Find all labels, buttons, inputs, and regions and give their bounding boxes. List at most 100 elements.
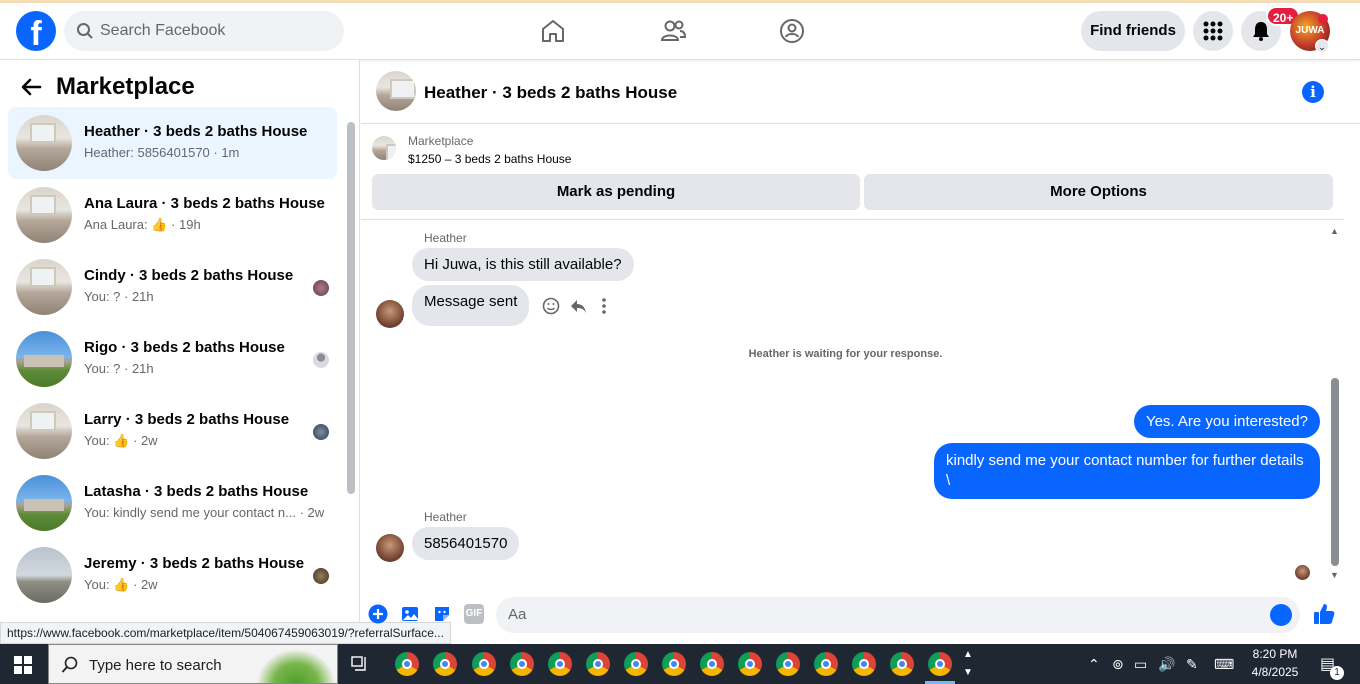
chrome-app-icon[interactable] — [928, 652, 952, 676]
preview-text: Ana Laura: — [84, 217, 148, 232]
listing-thumbnail — [16, 115, 72, 171]
message-line: \ — [946, 472, 951, 489]
facebook-logo-icon[interactable]: f — [16, 11, 56, 51]
preview-time: · 19h — [171, 217, 201, 232]
conversation-preview: You: 👍 · 2w — [84, 433, 158, 449]
windows-start-icon[interactable] — [14, 656, 32, 674]
conversation-item[interactable]: Latasha · 3 beds 2 baths House You: kind… — [8, 467, 337, 539]
chrome-app-icon[interactable] — [738, 652, 762, 676]
network-icon[interactable]: ▭ — [1134, 656, 1147, 673]
chevron-down-icon[interactable]: ⌄ — [1315, 39, 1329, 53]
taskbar-scroll-arrows-icon[interactable]: ▲ ▼ — [963, 646, 973, 682]
outgoing-message[interactable]: Yes. Are you interested? — [1133, 405, 1320, 438]
chrome-app-icon[interactable] — [890, 652, 914, 676]
conversation-item[interactable]: Ana Laura · 3 beds 2 baths House Ana Lau… — [8, 179, 337, 251]
listing-thumbnail — [16, 475, 72, 531]
seen-avatar — [313, 280, 329, 296]
search-icon — [77, 23, 93, 39]
like-icon: 👍 — [113, 577, 130, 592]
conversation-name: Cindy · 3 beds 2 baths House — [84, 267, 294, 284]
conversation-item[interactable]: Rigo · 3 beds 2 baths House You: ? · 21h — [8, 323, 337, 395]
chrome-app-icon[interactable] — [852, 652, 876, 676]
thumbs-up-icon[interactable] — [1312, 602, 1336, 626]
chrome-app-icon[interactable] — [700, 652, 724, 676]
chrome-app-icon[interactable] — [814, 652, 838, 676]
listing-thumbnail — [16, 259, 72, 315]
task-view-icon[interactable] — [351, 656, 369, 672]
taskbar-search-placeholder: Type here to search — [89, 657, 222, 674]
listing-title[interactable]: $1250 – 3 beds 2 baths House — [408, 152, 571, 166]
incoming-message[interactable]: Message sent — [412, 285, 530, 326]
grid-menu-icon — [1203, 21, 1223, 41]
chat-listing-thumbnail[interactable] — [376, 71, 416, 111]
groups-icon[interactable] — [778, 17, 806, 45]
bell-icon — [1253, 22, 1269, 41]
home-icon[interactable] — [539, 17, 567, 45]
chrome-app-icon[interactable] — [776, 652, 800, 676]
conversation-item[interactable]: Cindy · 3 beds 2 baths House You: ? · 21… — [8, 251, 337, 323]
more-vertical-icon[interactable] — [601, 297, 607, 315]
menu-button[interactable] — [1193, 11, 1233, 51]
chrome-app-icon[interactable] — [624, 652, 648, 676]
show-hidden-icons-icon[interactable]: ⌃ — [1088, 656, 1100, 673]
emoji-icon[interactable] — [1270, 604, 1292, 626]
conversation-item[interactable]: Larry · 3 beds 2 baths House You: 👍 · 2w — [8, 395, 337, 467]
chrome-app-icon[interactable] — [472, 652, 496, 676]
friends-icon[interactable] — [659, 17, 687, 45]
volume-icon[interactable]: 🔊 — [1158, 656, 1175, 673]
listing-bar: Marketplace $1250 – 3 beds 2 baths House… — [361, 124, 1344, 220]
message-input[interactable]: Aa — [496, 597, 1300, 633]
sender-name: Heather — [424, 231, 467, 245]
preview-time: · 2w — [133, 577, 158, 592]
chrome-app-icon[interactable] — [586, 652, 610, 676]
scroll-down-arrow-icon[interactable]: ▼ — [1330, 570, 1339, 580]
conversation-preview: Heather: 5856401570 · 1m — [84, 145, 240, 160]
webcam-icon[interactable]: ⊚ — [1112, 656, 1124, 673]
react-emoji-icon[interactable] — [542, 297, 560, 315]
taskbar-search-input[interactable]: Type here to search — [48, 644, 338, 684]
chrome-app-icon[interactable] — [395, 652, 419, 676]
preview-time: · 2w — [133, 433, 158, 448]
chat-title[interactable]: Heather · 3 beds 2 baths House — [424, 83, 677, 103]
like-icon: 👍 — [151, 217, 168, 232]
incoming-message[interactable]: Hi Juwa, is this still available? — [412, 248, 634, 281]
clock-date[interactable]: 4/8/2025 — [1240, 665, 1310, 679]
chrome-app-icon[interactable] — [548, 652, 572, 676]
conversation-name: Latasha · 3 beds 2 baths House — [84, 483, 309, 500]
search-input[interactable]: Search Facebook — [64, 11, 344, 51]
listing-thumbnail — [16, 403, 72, 459]
plus-circle-icon[interactable] — [368, 604, 388, 624]
chrome-app-icon[interactable] — [662, 652, 686, 676]
back-arrow-icon[interactable] — [20, 77, 42, 97]
conversation-name: Rigo · 3 beds 2 baths House — [84, 339, 285, 356]
sticker-icon[interactable] — [432, 604, 452, 624]
outgoing-message[interactable]: kindly send me your contact number for f… — [934, 443, 1320, 499]
chat-scrollbar[interactable] — [1331, 378, 1339, 566]
preview-text: You: — [84, 433, 110, 448]
conversation-preview: You: ? · 21h — [84, 289, 154, 304]
scroll-up-arrow-icon[interactable]: ▲ — [1330, 226, 1339, 236]
info-icon[interactable]: i — [1302, 81, 1324, 103]
seen-avatar — [313, 568, 329, 584]
keyboard-icon[interactable]: ⌨ — [1214, 656, 1234, 673]
pen-icon[interactable]: ✎ — [1186, 656, 1198, 673]
incoming-message[interactable]: 5856401570 — [412, 527, 520, 560]
conversation-item[interactable]: Heather · 3 beds 2 baths House Heather: … — [8, 107, 337, 179]
listing-thumbnail — [16, 331, 72, 387]
chrome-app-icon[interactable] — [433, 652, 457, 676]
reply-icon[interactable] — [569, 297, 587, 315]
conversation-preview: You: ? · 21h — [84, 361, 154, 376]
mark-pending-button[interactable]: Mark as pending — [372, 174, 860, 210]
chrome-app-icon[interactable] — [510, 652, 534, 676]
search-highlight-image — [257, 649, 335, 683]
gif-icon[interactable]: GIF — [464, 604, 484, 624]
photo-icon[interactable] — [400, 604, 420, 624]
listing-mini-thumbnail — [372, 136, 396, 160]
more-options-button[interactable]: More Options — [864, 174, 1333, 210]
find-friends-button[interactable]: Find friends — [1081, 11, 1185, 51]
sender-avatar[interactable] — [376, 300, 404, 328]
sidebar-scrollbar[interactable] — [347, 122, 355, 494]
conversation-item[interactable]: Jeremy · 3 beds 2 baths House You: 👍 · 2… — [8, 539, 337, 611]
clock-time[interactable]: 8:20 PM — [1240, 647, 1310, 661]
sender-avatar[interactable] — [376, 534, 404, 562]
